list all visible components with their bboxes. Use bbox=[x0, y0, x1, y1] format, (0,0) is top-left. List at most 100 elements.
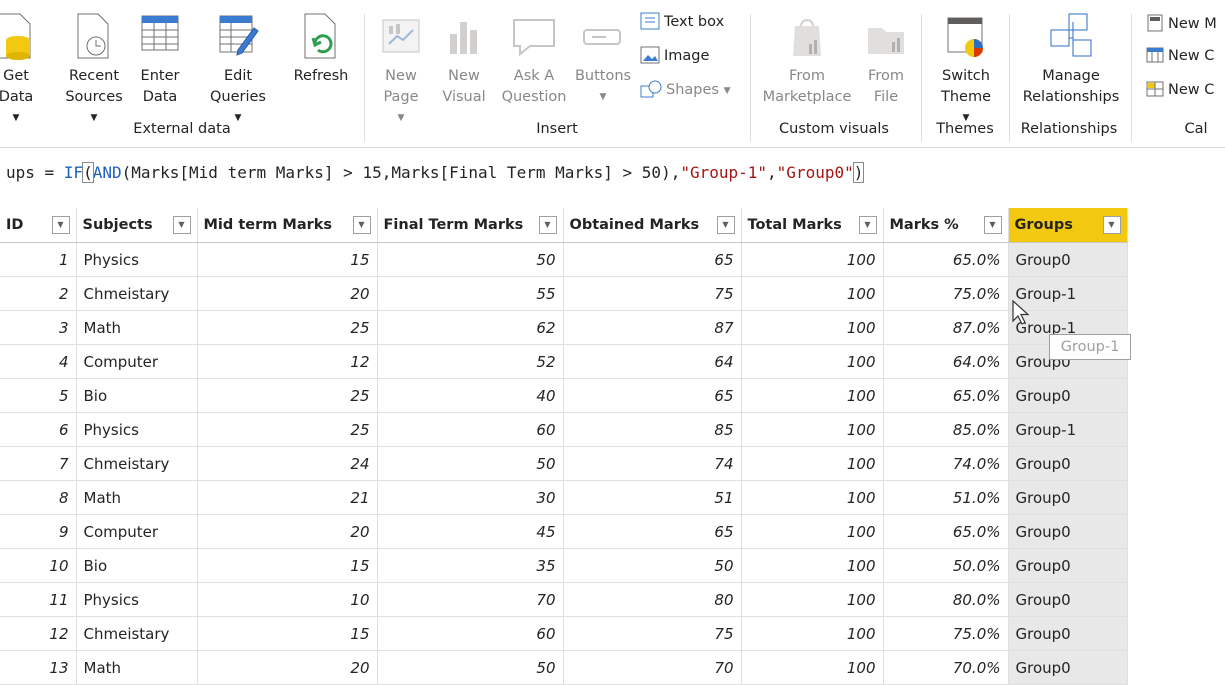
table-cell[interactable]: 75.0% bbox=[883, 276, 1009, 311]
table-cell[interactable]: Physics bbox=[76, 242, 198, 277]
column-header[interactable]: Total Marks ▼ bbox=[741, 208, 884, 243]
table-cell[interactable]: 30 bbox=[377, 480, 564, 515]
table-cell[interactable]: 2 bbox=[0, 276, 77, 311]
table-cell[interactable]: 65 bbox=[563, 242, 742, 277]
table-cell[interactable]: 100 bbox=[741, 446, 884, 481]
table-cell[interactable]: Chmeistary bbox=[76, 616, 198, 651]
table-cell[interactable]: 25 bbox=[197, 412, 378, 447]
table-cell[interactable]: 20 bbox=[197, 276, 378, 311]
filter-dropdown-icon[interactable]: ▼ bbox=[716, 216, 735, 234]
table-cell[interactable]: 25 bbox=[197, 310, 378, 345]
table-cell[interactable]: Computer bbox=[76, 514, 198, 549]
table-cell[interactable]: 62 bbox=[377, 310, 564, 345]
get-data-button[interactable]: Get Data ▼ bbox=[0, 0, 38, 123]
table-cell[interactable]: Group0 bbox=[1008, 480, 1128, 515]
table-cell[interactable]: 12 bbox=[0, 616, 77, 651]
manage-relationships-button[interactable]: Manage Relationships bbox=[1020, 0, 1122, 120]
table-cell[interactable]: 51.0% bbox=[883, 480, 1009, 515]
table-cell[interactable]: 11 bbox=[0, 582, 77, 617]
table-cell[interactable]: 3 bbox=[0, 310, 77, 345]
table-cell[interactable]: 60 bbox=[377, 616, 564, 651]
filter-dropdown-icon[interactable]: ▼ bbox=[983, 216, 1002, 234]
table-cell[interactable]: 12 bbox=[197, 344, 378, 379]
table-cell[interactable]: 100 bbox=[741, 548, 884, 583]
recent-sources-button[interactable]: Recent Sources ▼ bbox=[62, 0, 126, 123]
table-cell[interactable]: 50 bbox=[377, 242, 564, 277]
table-cell[interactable]: 100 bbox=[741, 344, 884, 379]
table-cell[interactable]: 40 bbox=[377, 378, 564, 413]
new-column-button[interactable]: New C bbox=[1146, 46, 1214, 68]
table-cell[interactable]: 70 bbox=[377, 582, 564, 617]
table-cell[interactable]: 6 bbox=[0, 412, 77, 447]
table-cell[interactable]: Computer bbox=[76, 344, 198, 379]
column-header[interactable]: Subjects ▼ bbox=[76, 208, 198, 243]
column-header[interactable]: Groups ▼ bbox=[1008, 208, 1128, 243]
table-cell[interactable]: 65.0% bbox=[883, 378, 1009, 413]
table-cell[interactable]: 85 bbox=[563, 412, 742, 447]
table-cell[interactable]: Math bbox=[76, 650, 198, 685]
column-header[interactable]: Marks % ▼ bbox=[883, 208, 1009, 243]
from-marketplace-button[interactable]: From Marketplace bbox=[763, 0, 851, 120]
filter-dropdown-icon[interactable]: ▼ bbox=[858, 216, 877, 234]
switch-theme-button[interactable]: Switch Theme ▼ bbox=[932, 0, 1000, 123]
table-cell[interactable]: Group0 bbox=[1008, 616, 1128, 651]
table-cell[interactable]: Math bbox=[76, 310, 198, 345]
table-cell[interactable]: 70.0% bbox=[883, 650, 1009, 685]
table-cell[interactable]: 75.0% bbox=[883, 616, 1009, 651]
table-cell[interactable]: 65.0% bbox=[883, 514, 1009, 549]
filter-dropdown-icon[interactable]: ▼ bbox=[1102, 216, 1121, 234]
table-cell[interactable]: 55 bbox=[377, 276, 564, 311]
new-page-button[interactable]: New Page ▼ bbox=[378, 0, 424, 123]
filter-dropdown-icon[interactable]: ▼ bbox=[352, 216, 371, 234]
table-cell[interactable]: 74.0% bbox=[883, 446, 1009, 481]
filter-dropdown-icon[interactable]: ▼ bbox=[538, 216, 557, 234]
table-cell[interactable]: Group0 bbox=[1008, 242, 1128, 277]
table-cell[interactable]: Group0 bbox=[1008, 446, 1128, 481]
table-cell[interactable]: 52 bbox=[377, 344, 564, 379]
table-cell[interactable]: 64.0% bbox=[883, 344, 1009, 379]
table-cell[interactable]: Chmeistary bbox=[76, 276, 198, 311]
table-cell[interactable]: 100 bbox=[741, 378, 884, 413]
table-cell[interactable]: Math bbox=[76, 480, 198, 515]
column-header[interactable]: Final Term Marks ▼ bbox=[377, 208, 564, 243]
table-cell[interactable]: 45 bbox=[377, 514, 564, 549]
table-cell[interactable]: 9 bbox=[0, 514, 77, 549]
table-cell[interactable]: 25 bbox=[197, 378, 378, 413]
table-cell[interactable]: 65 bbox=[563, 378, 742, 413]
table-cell[interactable]: 8 bbox=[0, 480, 77, 515]
table-cell[interactable]: 4 bbox=[0, 344, 77, 379]
table-cell[interactable]: 100 bbox=[741, 616, 884, 651]
table-cell[interactable]: 100 bbox=[741, 650, 884, 685]
table-cell[interactable]: 24 bbox=[197, 446, 378, 481]
table-cell[interactable]: 100 bbox=[741, 582, 884, 617]
edit-queries-button[interactable]: Edit Queries ▼ bbox=[206, 0, 270, 123]
table-cell[interactable]: 13 bbox=[0, 650, 77, 685]
table-cell[interactable]: 7 bbox=[0, 446, 77, 481]
table-cell[interactable]: 70 bbox=[563, 650, 742, 685]
table-cell[interactable]: Bio bbox=[76, 378, 198, 413]
table-cell[interactable]: Chmeistary bbox=[76, 446, 198, 481]
table-cell[interactable]: 85.0% bbox=[883, 412, 1009, 447]
table-cell[interactable]: Group-1 bbox=[1008, 412, 1128, 447]
new-measure-button[interactable]: New M bbox=[1146, 14, 1217, 36]
table-cell[interactable]: Bio bbox=[76, 548, 198, 583]
table-cell[interactable]: 60 bbox=[377, 412, 564, 447]
table-cell[interactable]: 15 bbox=[197, 548, 378, 583]
ask-a-question-button[interactable]: Ask A Question bbox=[502, 0, 566, 120]
table-cell[interactable]: 65 bbox=[563, 514, 742, 549]
table-cell[interactable]: 100 bbox=[741, 514, 884, 549]
table-cell[interactable]: 100 bbox=[741, 242, 884, 277]
table-cell[interactable]: Group0 bbox=[1008, 378, 1128, 413]
table-cell[interactable]: 10 bbox=[197, 582, 378, 617]
table-cell[interactable]: 20 bbox=[197, 514, 378, 549]
table-cell[interactable]: 51 bbox=[563, 480, 742, 515]
table-cell[interactable]: 64 bbox=[563, 344, 742, 379]
table-cell[interactable]: 100 bbox=[741, 276, 884, 311]
table-cell[interactable]: 20 bbox=[197, 650, 378, 685]
buttons-button[interactable]: Buttons ▼ bbox=[574, 0, 632, 120]
table-cell[interactable]: 10 bbox=[0, 548, 77, 583]
table-cell[interactable]: 1 bbox=[0, 242, 77, 277]
table-cell[interactable]: 87.0% bbox=[883, 310, 1009, 345]
new-visual-button[interactable]: New Visual bbox=[440, 0, 488, 120]
table-cell[interactable]: Physics bbox=[76, 582, 198, 617]
